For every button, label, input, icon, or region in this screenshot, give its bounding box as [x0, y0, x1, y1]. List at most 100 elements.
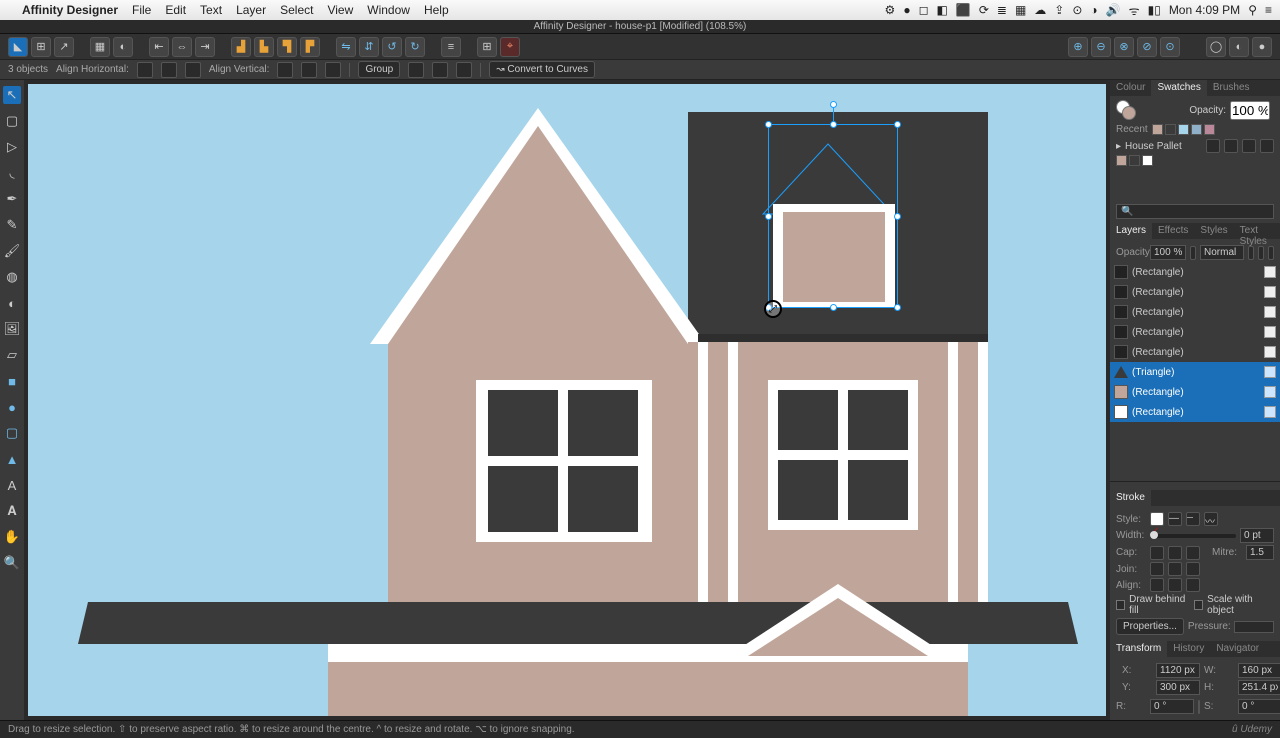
place-image-icon[interactable]: 🖼: [3, 320, 21, 338]
ctx-icon[interactable]: [408, 62, 424, 78]
tab-navigator[interactable]: Navigator: [1210, 641, 1265, 657]
scale-with-object-checkbox[interactable]: [1194, 600, 1203, 610]
rotate-icon[interactable]: ↺: [382, 37, 402, 57]
transparency-tool-icon[interactable]: ◐: [3, 294, 21, 312]
dropdown-icon[interactable]: [1190, 246, 1196, 260]
pencil-tool-icon[interactable]: ✎: [3, 216, 21, 234]
tool-icon[interactable]: ▦: [90, 37, 110, 57]
tab-transform[interactable]: Transform: [1110, 641, 1167, 657]
recent-swatch[interactable]: [1204, 124, 1215, 135]
align-inside-icon[interactable]: [1168, 578, 1182, 592]
ellipse-tool-icon[interactable]: ●: [3, 398, 21, 416]
menu-layer[interactable]: Layer: [236, 3, 266, 17]
stroke-solid-icon[interactable]: —: [1168, 512, 1182, 526]
wifi-icon[interactable]: ᯤ: [1129, 2, 1140, 19]
join-miter-icon[interactable]: [1150, 562, 1164, 576]
menu-edit[interactable]: Edit: [165, 3, 186, 17]
status-icon[interactable]: ●: [903, 3, 910, 17]
align-icon[interactable]: ⇔: [172, 37, 192, 57]
layer-row[interactable]: (Triangle): [1110, 362, 1280, 382]
join-round-icon[interactable]: [1168, 562, 1182, 576]
rounded-rect-tool-icon[interactable]: ▢: [3, 424, 21, 442]
fill-tool-icon[interactable]: ◍: [3, 268, 21, 286]
align-right-button[interactable]: [185, 62, 201, 78]
group-button[interactable]: Group: [358, 61, 400, 78]
stroke-brush-icon[interactable]: 〰: [1204, 512, 1218, 526]
handle-se[interactable]: [894, 304, 901, 311]
boolean-subtract-icon[interactable]: ⊖: [1091, 37, 1111, 57]
boolean-divide-icon[interactable]: ⊘: [1137, 37, 1157, 57]
triangle-tool-icon[interactable]: ▲: [3, 450, 21, 468]
status-icon[interactable]: ◻: [919, 3, 929, 17]
convert-to-curves-button[interactable]: ↝ Convert to Curves: [489, 61, 595, 78]
arrange-icon[interactable]: ▙: [254, 37, 274, 57]
handle-s[interactable]: [830, 304, 837, 311]
mitre-input[interactable]: [1246, 545, 1274, 560]
layer-visibility-checkbox[interactable]: [1264, 266, 1276, 278]
canvas-area[interactable]: ⤢: [24, 80, 1110, 720]
crop-tool-icon[interactable]: ▱: [3, 346, 21, 364]
palette-menu-icon[interactable]: [1206, 139, 1220, 153]
status-icon[interactable]: ◑: [1090, 3, 1097, 17]
pen-tool-icon[interactable]: ✒: [3, 190, 21, 208]
text-tool-icon[interactable]: A: [3, 476, 21, 494]
s-input[interactable]: [1238, 699, 1280, 714]
slider-thumb[interactable]: [1150, 531, 1158, 539]
align-icon[interactable]: ⇥: [195, 37, 215, 57]
lock-icon[interactable]: [1268, 246, 1274, 260]
layer-row[interactable]: (Rectangle): [1110, 342, 1280, 362]
gear-icon[interactable]: [1258, 246, 1264, 260]
menu-file[interactable]: File: [132, 3, 151, 17]
ctx-icon[interactable]: [456, 62, 472, 78]
layer-row[interactable]: (Rectangle): [1110, 262, 1280, 282]
pan-tool-icon[interactable]: ✋: [3, 528, 21, 546]
persona-export-icon[interactable]: ↗: [54, 37, 74, 57]
handle-w[interactable]: [765, 213, 772, 220]
selection-box[interactable]: [768, 124, 898, 308]
layer-row[interactable]: (Rectangle): [1110, 402, 1280, 422]
status-icon[interactable]: ◧: [937, 3, 948, 17]
tab-stroke[interactable]: Stroke: [1110, 490, 1151, 506]
width-slider[interactable]: [1150, 534, 1236, 538]
ctx-icon[interactable]: [432, 62, 448, 78]
snap-icon[interactable]: ⌖: [500, 37, 520, 57]
blend-mode-select[interactable]: [1200, 245, 1244, 260]
clock[interactable]: Mon 4:09 PM: [1169, 3, 1240, 17]
app-name[interactable]: Affinity Designer: [22, 3, 118, 17]
artboard-tool-icon[interactable]: ▢: [3, 112, 21, 130]
tab-colour[interactable]: Colour: [1110, 80, 1151, 96]
battery-icon[interactable]: ▮▯: [1148, 3, 1161, 17]
boolean-add-icon[interactable]: ⊕: [1068, 37, 1088, 57]
recent-swatch[interactable]: [1178, 124, 1189, 135]
cap-square-icon[interactable]: [1186, 546, 1200, 560]
view-icon[interactable]: ◐: [1229, 37, 1249, 57]
handle-nw[interactable]: [765, 121, 772, 128]
layer-visibility-checkbox[interactable]: [1264, 406, 1276, 418]
y-input[interactable]: [1156, 680, 1200, 695]
tab-styles[interactable]: Styles: [1194, 223, 1233, 239]
palette-swatch[interactable]: [1142, 155, 1153, 166]
handle-ne[interactable]: [894, 121, 901, 128]
tool-icon[interactable]: ◐: [113, 37, 133, 57]
node-tool-icon[interactable]: ▷: [3, 138, 21, 156]
recent-swatch[interactable]: [1152, 124, 1163, 135]
align-middle-button[interactable]: [301, 62, 317, 78]
layer-row[interactable]: (Rectangle): [1110, 302, 1280, 322]
palette-swatch[interactable]: [1116, 155, 1127, 166]
menu-text[interactable]: Text: [200, 3, 222, 17]
status-icon[interactable]: ▦: [1015, 3, 1026, 17]
tab-history[interactable]: History: [1167, 641, 1210, 657]
cap-round-icon[interactable]: [1168, 546, 1182, 560]
corner-tool-icon[interactable]: ◟: [3, 164, 21, 182]
volume-icon[interactable]: 🔊: [1106, 3, 1121, 17]
layer-row[interactable]: (Rectangle): [1110, 282, 1280, 302]
brush-tool-icon[interactable]: 🖌: [3, 242, 21, 260]
menu-select[interactable]: Select: [280, 3, 313, 17]
recent-swatch[interactable]: [1191, 124, 1202, 135]
recent-swatch[interactable]: [1165, 124, 1176, 135]
layer-visibility-checkbox[interactable]: [1264, 346, 1276, 358]
tab-layers[interactable]: Layers: [1110, 223, 1152, 239]
view-icon[interactable]: ◯: [1206, 37, 1226, 57]
r-input[interactable]: [1150, 699, 1194, 714]
rectangle-tool-icon[interactable]: ■: [3, 372, 21, 390]
